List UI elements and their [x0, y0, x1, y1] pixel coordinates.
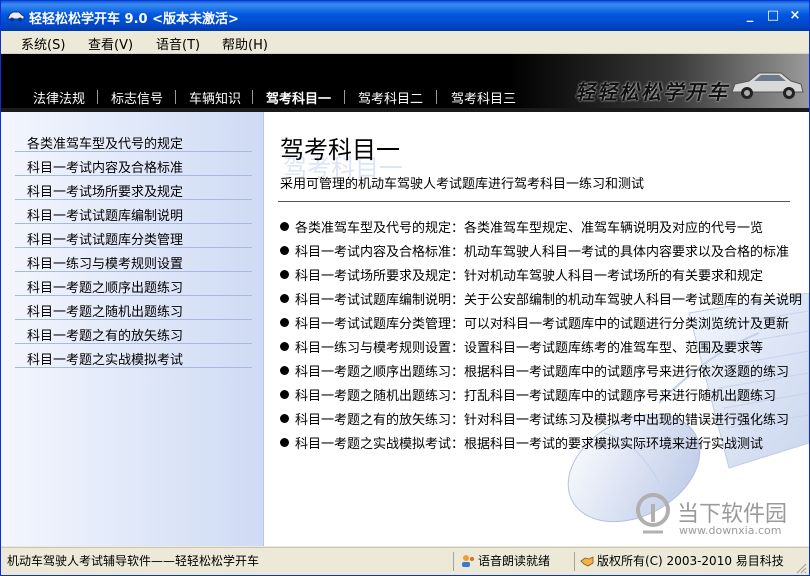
bullet-icon — [280, 246, 289, 255]
menu-view[interactable]: 查看(V) — [88, 34, 133, 53]
menu-help[interactable]: 帮助(H) — [222, 34, 268, 53]
status-app-description: 机动车驾驶人考试辅导软件——轻轻松松学开车 — [7, 554, 260, 568]
status-separator — [574, 552, 575, 571]
description-text: 科目一考题之有的放矢练习：针对科目一考试练习及模拟考中出现的错误进行强化练习 — [295, 413, 790, 428]
sidebar-item-label: 科目一考题之顺序出题练习 — [27, 281, 184, 296]
description-item: 科目一考题之随机出题练习：打乱科目一考试题库中的试题序号来进行随机出题练习 — [280, 385, 776, 404]
bullet-icon — [280, 342, 289, 351]
sidebar-item[interactable]: 科目一考试试题库分类管理 — [15, 225, 252, 248]
watermark-logo-icon — [636, 493, 670, 534]
handshake-icon — [580, 556, 594, 567]
status-voice-text: 语音朗读就绪 — [478, 554, 551, 568]
car-image — [729, 64, 805, 107]
sidebar-item-label: 科目一考试试题库分类管理 — [27, 233, 184, 248]
menu-system[interactable]: 系统(S) — [21, 34, 65, 53]
sidebar-item[interactable]: 科目一考题之实战模拟考试 — [15, 345, 252, 368]
speaker-people-icon — [462, 555, 474, 567]
close-button[interactable]: × — [786, 7, 804, 25]
minimize-button[interactable]: _ — [741, 7, 759, 25]
bullet-icon — [280, 366, 289, 375]
sidebar-item-label: 科目一考题之随机出题练习 — [27, 305, 184, 320]
status-voice: 语音朗读就绪 — [461, 552, 550, 571]
description-text: 科目一考题之随机出题练习：打乱科目一考试题库中的试题序号来进行随机出题练习 — [295, 389, 777, 404]
sidebar-item[interactable]: 科目一考题之有的放矢练习 — [15, 321, 252, 344]
sidebar-item-label: 科目一考题之实战模拟考试 — [27, 353, 184, 368]
description-text: 科目一考题之实战模拟考试：根据科目一考试的要求模拟实际环境来进行实战测试 — [295, 437, 764, 452]
sidebar-item[interactable]: 科目一考题之随机出题练习 — [15, 297, 252, 320]
tab-separator — [175, 90, 176, 104]
status-bar: 机动车驾驶人考试辅导软件——轻轻松松学开车 语音朗读就绪 版权所有(C) 200… — [1, 547, 809, 575]
description-text: 科目一考试内容及合格标准：机动车驾驶人科目一考试的具体内容要求以及合格的标准 — [295, 245, 790, 260]
bullet-icon — [280, 294, 289, 303]
tab-separator — [97, 90, 98, 104]
bullet-icon — [280, 414, 289, 423]
sidebar-item[interactable]: 各类准驾车型及代号的规定 — [15, 129, 252, 152]
sidebar-item-label: 科目一考试场所要求及规定 — [27, 185, 184, 200]
resize-grip[interactable] — [795, 562, 807, 574]
window-title: 轻轻松松学开车 9.0 <版本未激活> — [29, 12, 239, 27]
description-text: 各类准驾车型及代号的规定：各类准驾车型规定、准驾车辆说明及对应的代号一览 — [295, 221, 764, 236]
bullet-icon — [280, 390, 289, 399]
tab-laws[interactable]: 法律法规 — [33, 88, 85, 107]
page-title: 驾考科目一 — [280, 136, 400, 164]
description-text: 科目一考试试题库分类管理：可以对科目一考试题库中的试题进行分类浏览统计及更新 — [295, 317, 790, 332]
description-item: 科目一考试内容及合格标准：机动车驾驶人科目一考试的具体内容要求以及合格的标准 — [280, 241, 789, 260]
bullet-icon — [280, 270, 289, 279]
brand-logo: 轻轻松松学开车 — [575, 80, 729, 104]
tab-subject-two[interactable]: 驾考科目二 — [358, 88, 423, 107]
app-car-icon — [7, 8, 25, 23]
divider — [278, 201, 790, 202]
status-separator — [453, 552, 454, 571]
sidebar-item[interactable]: 科目一考试场所要求及规定 — [15, 177, 252, 200]
status-copyright: 版权所有(C) 2003-2010 易目科技 — [580, 552, 784, 571]
maximize-button[interactable]: □ — [764, 7, 782, 25]
page-subtitle: 采用可管理的机动车驾驶人考试题库进行驾考科目一练习和测试 — [280, 177, 645, 192]
description-item: 科目一考题之顺序出题练习：根据科目一考试题库中的试题序号来进行依次逐题的练习 — [280, 361, 789, 380]
status-copyright-text: 版权所有(C) 2003-2010 易目科技 — [597, 554, 784, 568]
sidebar-item[interactable]: 科目一考试试题库编制说明 — [15, 201, 252, 224]
sidebar-item[interactable]: 科目一考题之顺序出题练习 — [15, 273, 252, 296]
bullet-icon — [280, 222, 289, 231]
app-window: 轻轻松松学开车 9.0 <版本未激活> _ □ × 系统(S) 查看(V) 语音… — [0, 0, 810, 576]
tab-subject-three[interactable]: 驾考科目三 — [451, 88, 516, 107]
sidebar-item-label: 科目一考试试题库编制说明 — [27, 209, 184, 224]
title-bar[interactable]: 轻轻松松学开车 9.0 <版本未激活> _ □ × — [1, 1, 809, 31]
description-item: 科目一考试场所要求及规定：针对机动车驾驶人科目一考试场所的有关要求和规定 — [280, 265, 763, 284]
tab-separator — [252, 90, 253, 104]
sidebar-item-label: 各类准驾车型及代号的规定 — [27, 137, 184, 152]
bullet-icon — [280, 318, 289, 327]
sidebar-item[interactable]: 科目一练习与模考规则设置 — [15, 249, 252, 272]
description-item: 科目一考题之实战模拟考试：根据科目一考试的要求模拟实际环境来进行实战测试 — [280, 433, 763, 452]
tab-subject-one[interactable]: 驾考科目一 — [266, 88, 331, 107]
tab-separator — [344, 90, 345, 104]
description-text: 科目一考试试题库编制说明：关于公安部编制的机动车驾驶人科目一考试题库的有关说明 — [295, 293, 803, 308]
menu-voice[interactable]: 语音(T) — [156, 34, 200, 53]
description-item: 科目一考题之有的放矢练习：针对科目一考试练习及模拟考中出现的错误进行强化练习 — [280, 409, 789, 428]
bullet-icon — [280, 438, 289, 447]
tab-signs[interactable]: 标志信号 — [111, 88, 163, 107]
sidebar-item[interactable]: 科目一考试内容及合格标准 — [15, 153, 252, 176]
description-item: 科目一考试试题库编制说明：关于公安部编制的机动车驾驶人科目一考试题库的有关说明 — [280, 289, 802, 308]
sidebar: 各类准驾车型及代号的规定 科目一考试内容及合格标准 科目一考试场所要求及规定 科… — [1, 112, 264, 546]
tab-separator — [436, 90, 437, 104]
watermark-url: www.downxia.com — [679, 524, 782, 537]
header-banner: 轻轻松松学开车 法律法规 标志信号 车辆知识 驾考科目一 驾考科目二 驾考科目三 — [1, 54, 809, 112]
description-text: 科目一考题之顺序出题练习：根据科目一考试题库中的试题序号来进行依次逐题的练习 — [295, 365, 790, 380]
description-text: 科目一考试场所要求及规定：针对机动车驾驶人科目一考试场所的有关要求和规定 — [295, 269, 764, 284]
description-item: 科目一考试试题库分类管理：可以对科目一考试题库中的试题进行分类浏览统计及更新 — [280, 313, 789, 332]
description-item: 各类准驾车型及代号的规定：各类准驾车型规定、准驾车辆说明及对应的代号一览 — [280, 217, 763, 236]
description-item: 科目一练习与模考规则设置：设置科目一考试题库练考的准驾车型、范围及要求等 — [280, 337, 763, 356]
menu-bar: 系统(S) 查看(V) 语音(T) 帮助(H) — [1, 31, 809, 54]
main-content: 驾考科目一 驾考科目一 采用可管理的机动车驾驶人考试题库进行驾考科目一练习和测试… — [264, 112, 809, 546]
sidebar-item-label: 科目一考试内容及合格标准 — [27, 161, 184, 176]
sidebar-item-label: 科目一练习与模考规则设置 — [27, 257, 184, 272]
description-text: 科目一练习与模考规则设置：设置科目一考试题库练考的准驾车型、范围及要求等 — [295, 341, 764, 356]
sidebar-item-label: 科目一考题之有的放矢练习 — [27, 329, 184, 344]
tab-vehicle[interactable]: 车辆知识 — [189, 88, 241, 107]
watermark: 当下软件园 www.downxia.com — [635, 490, 795, 542]
